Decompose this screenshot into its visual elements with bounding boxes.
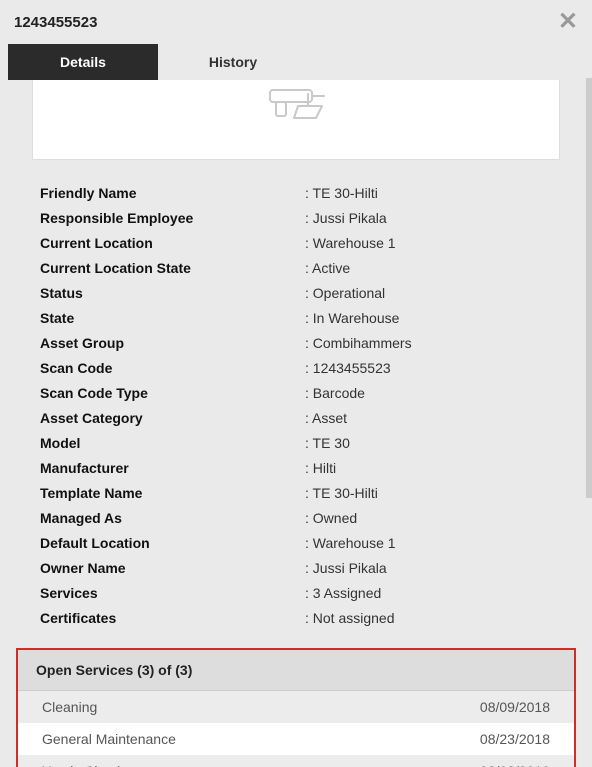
detail-label: Template Name bbox=[40, 485, 305, 501]
detail-value: : Combihammers bbox=[305, 335, 552, 351]
detail-row: Owner Name: Jussi Pikala bbox=[40, 555, 552, 580]
detail-value: : TE 30-Hilti bbox=[305, 485, 552, 501]
service-date: 08/09/2018 bbox=[480, 699, 550, 715]
detail-label: Status bbox=[40, 285, 305, 301]
detail-row: Status: Operational bbox=[40, 280, 552, 305]
details-list: Friendly Name: TE 30-HiltiResponsible Em… bbox=[10, 180, 582, 630]
open-services-body: Cleaning 08/09/2018 General Maintenance 08/… bbox=[18, 691, 574, 767]
detail-label: Managed As bbox=[40, 510, 305, 526]
close-icon[interactable]: ✕ bbox=[558, 10, 578, 34]
vertical-scrollbar[interactable] bbox=[586, 78, 592, 498]
detail-row: Current Location: Warehouse 1 bbox=[40, 230, 552, 255]
detail-value: : 3 Assigned bbox=[305, 585, 552, 601]
detail-row: State: In Warehouse bbox=[40, 305, 552, 330]
detail-label: Responsible Employee bbox=[40, 210, 305, 226]
panel-title: 1243455523 bbox=[14, 14, 97, 31]
detail-value: : Owned bbox=[305, 510, 552, 526]
detail-label: Scan Code bbox=[40, 360, 305, 376]
detail-value: : Active bbox=[305, 260, 552, 276]
detail-label: Owner Name bbox=[40, 560, 305, 576]
detail-row: Current Location State: Active bbox=[40, 255, 552, 280]
detail-value: : Jussi Pikala bbox=[305, 210, 552, 226]
detail-label: Scan Code Type bbox=[40, 385, 305, 401]
detail-value: : TE 30 bbox=[305, 435, 552, 451]
detail-value: : Jussi Pikala bbox=[305, 560, 552, 576]
detail-row: Responsible Employee: Jussi Pikala bbox=[40, 205, 552, 230]
detail-label: Default Location bbox=[40, 535, 305, 551]
detail-value: : Not assigned bbox=[305, 610, 552, 626]
content-scroll: Friendly Name: TE 30-HiltiResponsible Em… bbox=[0, 80, 592, 767]
detail-value: : Hilti bbox=[305, 460, 552, 476]
detail-value: : Asset bbox=[305, 410, 552, 426]
detail-label: Current Location bbox=[40, 235, 305, 251]
asset-details-panel: 1243455523 ✕ Details History Friendly Na… bbox=[0, 0, 592, 767]
asset-thumbnail-card bbox=[32, 80, 560, 160]
detail-label: Asset Group bbox=[40, 335, 305, 351]
detail-row: Friendly Name: TE 30-Hilti bbox=[40, 180, 552, 205]
detail-value: : Warehouse 1 bbox=[305, 535, 552, 551]
detail-value: : Operational bbox=[305, 285, 552, 301]
detail-value: : TE 30-Hilti bbox=[305, 185, 552, 201]
service-date: 08/02/2019 bbox=[480, 763, 550, 767]
detail-value: : In Warehouse bbox=[305, 310, 552, 326]
service-row: Yearly Check 08/02/2019 bbox=[18, 755, 574, 767]
service-name: General Maintenance bbox=[42, 731, 176, 747]
service-name: Yearly Check bbox=[42, 763, 124, 767]
service-date: 08/23/2018 bbox=[480, 731, 550, 747]
title-bar: 1243455523 ✕ bbox=[0, 0, 592, 44]
detail-row: Template Name: TE 30-Hilti bbox=[40, 480, 552, 505]
detail-label: Asset Category bbox=[40, 410, 305, 426]
detail-row: Model: TE 30 bbox=[40, 430, 552, 455]
detail-row: Asset Category: Asset bbox=[40, 405, 552, 430]
detail-label: Manufacturer bbox=[40, 460, 305, 476]
tab-history[interactable]: History bbox=[158, 44, 308, 80]
detail-label: Model bbox=[40, 435, 305, 451]
service-row: General Maintenance 08/23/2018 bbox=[18, 723, 574, 755]
drill-icon bbox=[264, 84, 328, 126]
detail-row: Scan Code: 1243455523 bbox=[40, 355, 552, 380]
detail-row: Managed As: Owned bbox=[40, 505, 552, 530]
detail-value: : Barcode bbox=[305, 385, 552, 401]
detail-label: Services bbox=[40, 585, 305, 601]
detail-label: Certificates bbox=[40, 610, 305, 626]
service-row: Cleaning 08/09/2018 bbox=[18, 691, 574, 723]
detail-label: State bbox=[40, 310, 305, 326]
detail-row: Asset Group: Combihammers bbox=[40, 330, 552, 355]
detail-value: : 1243455523 bbox=[305, 360, 552, 376]
detail-label: Friendly Name bbox=[40, 185, 305, 201]
service-name: Cleaning bbox=[42, 699, 97, 715]
open-services-header: Open Services (3) of (3) bbox=[18, 650, 574, 691]
tab-bar: Details History bbox=[0, 44, 592, 80]
detail-label: Current Location State bbox=[40, 260, 305, 276]
open-services-card: Open Services (3) of (3) Cleaning 08/09/2… bbox=[16, 648, 576, 767]
detail-row: Default Location: Warehouse 1 bbox=[40, 530, 552, 555]
detail-row: Scan Code Type: Barcode bbox=[40, 380, 552, 405]
detail-row: Manufacturer: Hilti bbox=[40, 455, 552, 480]
detail-row: Services: 3 Assigned bbox=[40, 580, 552, 605]
tab-details[interactable]: Details bbox=[8, 44, 158, 80]
detail-value: : Warehouse 1 bbox=[305, 235, 552, 251]
detail-row: Certificates: Not assigned bbox=[40, 605, 552, 630]
